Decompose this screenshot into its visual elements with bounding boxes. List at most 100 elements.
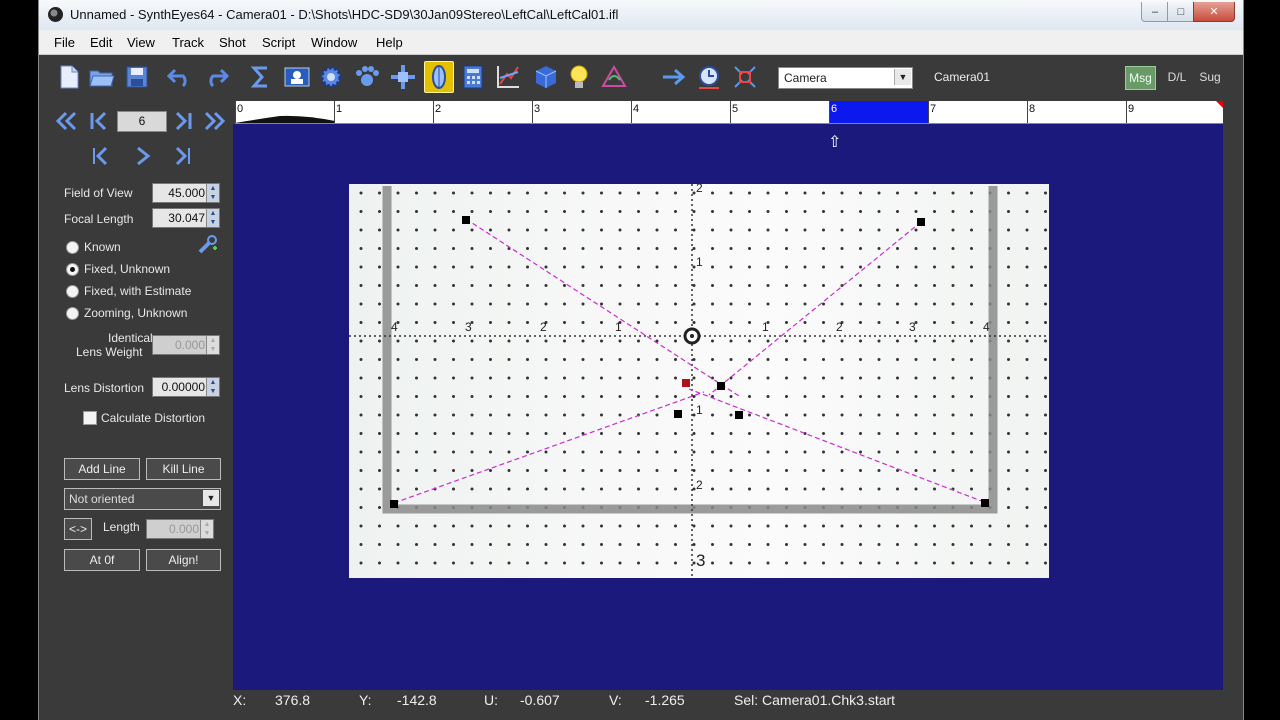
- fast-forward-icon[interactable]: [202, 109, 226, 133]
- save-icon[interactable]: [124, 63, 150, 91]
- 3d-cube-icon[interactable]: [532, 63, 558, 91]
- at-0f-button[interactable]: At 0f: [64, 549, 140, 571]
- tick-7: 7: [930, 103, 937, 115]
- spinner-arrows-icon[interactable]: ▲ ▼: [206, 336, 219, 354]
- tick-0: 0: [237, 103, 244, 115]
- move-axis-icon[interactable]: [390, 63, 416, 91]
- x-value: 376.8: [275, 692, 311, 708]
- menu-view[interactable]: View: [127, 35, 155, 50]
- first-frame-icon[interactable]: [87, 109, 111, 133]
- tick-2: 2: [435, 103, 442, 115]
- fit-view-icon[interactable]: [732, 63, 758, 91]
- tracker-paw-icon[interactable]: [354, 63, 380, 91]
- open-folder-icon[interactable]: [89, 63, 115, 91]
- radio-zooming[interactable]: [66, 307, 79, 320]
- tick-5: 5: [732, 103, 739, 115]
- rewind-icon[interactable]: [55, 109, 79, 133]
- close-button[interactable]: ✕: [1193, 2, 1235, 22]
- menu-window[interactable]: Window: [311, 35, 357, 50]
- tick-3: 3: [534, 103, 541, 115]
- grid-label: 2: [696, 478, 703, 492]
- add-line-button[interactable]: Add Line: [64, 458, 140, 480]
- main-toolbar: Camera ▼ Camera01 Msg D/L Sug: [39, 55, 1243, 101]
- spinner-arrows-icon[interactable]: ▲ ▼: [206, 209, 219, 227]
- sug-button[interactable]: Sug: [1196, 66, 1224, 88]
- sigma-icon[interactable]: [248, 63, 274, 91]
- step-back-icon[interactable]: [87, 144, 111, 168]
- menu-track[interactable]: Track: [172, 35, 204, 50]
- radio-zooming-label: Zooming, Unknown: [84, 306, 188, 320]
- step-forward-icon[interactable]: [172, 144, 196, 168]
- dl-button[interactable]: D/L: [1163, 66, 1191, 88]
- arrow-right-icon[interactable]: [661, 63, 687, 91]
- camera-view-icon[interactable]: [284, 63, 310, 91]
- fov-spinner[interactable]: 45.000 ▲ ▼: [152, 183, 220, 203]
- shot-image[interactable]: 4 3 2 1 1 2 3 4 2 1 1 2 3: [349, 184, 1049, 578]
- spinner-arrows-icon[interactable]: ▲ ▼: [206, 378, 219, 396]
- menu-shot[interactable]: Shot: [219, 35, 246, 50]
- timeline-selection: [829, 101, 928, 123]
- app-icon: [48, 7, 63, 22]
- timeline-bar[interactable]: 0 1 2 3 4 5 6 7 8 9: [235, 101, 1223, 124]
- grid-label: 2: [696, 184, 703, 195]
- kill-line-button[interactable]: Kill Line: [146, 458, 221, 480]
- menu-file[interactable]: File: [54, 35, 75, 50]
- radio-fixed-estimate[interactable]: [66, 285, 79, 298]
- grid-label: 1: [696, 403, 703, 417]
- menu-bar: File Edit View Track Shot Script Window …: [39, 30, 1243, 55]
- camera-viewport[interactable]: ⇧ 4 3 2 1 1 2 3 4 2 1 1 2 3: [233, 124, 1223, 690]
- msg-button[interactable]: Msg: [1125, 66, 1156, 90]
- focal-length-spinner[interactable]: 30.047 ▲ ▼: [152, 208, 220, 228]
- calculator-icon[interactable]: [460, 63, 486, 91]
- grid-label: 4: [983, 320, 990, 334]
- spinner-arrows-icon[interactable]: ▲ ▼: [200, 520, 213, 538]
- camera-name: Camera01: [934, 70, 991, 84]
- app-window: Unnamed - SynthEyes64 - Camera01 - D:\Sh…: [38, 0, 1244, 720]
- clock-icon[interactable]: [696, 63, 722, 91]
- chevron-down-icon[interactable]: ▼: [894, 69, 911, 85]
- status-bar: X: 376.8 Y: -142.8 U: -0.607 V: -1.265 S…: [39, 690, 1243, 720]
- end-marker-icon: [1216, 101, 1223, 108]
- radio-fixed-unknown[interactable]: [66, 263, 79, 276]
- lightbulb-icon[interactable]: [566, 63, 592, 91]
- lens-distortion-spinner[interactable]: 0.00000 ▲ ▼: [152, 377, 220, 397]
- spinner-arrows-icon[interactable]: ▲ ▼: [206, 184, 219, 202]
- paint-icon[interactable]: [601, 63, 627, 91]
- calibration-grid: 4 3 2 1 1 2 3 4 2 1 1 2 3: [349, 184, 1049, 578]
- y-label: Y:: [359, 692, 372, 708]
- orientation-select[interactable]: Not oriented ▼: [64, 488, 221, 510]
- align-button[interactable]: Align!: [146, 549, 221, 571]
- menu-help[interactable]: Help: [376, 35, 403, 50]
- lens-weight-spinner[interactable]: 0.000 ▲ ▼: [152, 335, 220, 355]
- play-icon[interactable]: [131, 144, 155, 168]
- wrench-icon[interactable]: [195, 233, 219, 257]
- calc-distortion-label: Calculate Distortion: [101, 411, 206, 425]
- radio-known[interactable]: [66, 241, 79, 254]
- v-value: -1.265: [645, 692, 685, 708]
- lens-panel-icon[interactable]: [424, 61, 454, 93]
- calc-distortion-checkbox[interactable]: [83, 411, 97, 425]
- window-title: Unnamed - SynthEyes64 - Camera01 - D:\Sh…: [70, 7, 619, 22]
- redo-icon[interactable]: [203, 63, 229, 91]
- focal-length-label: Focal Length: [64, 212, 134, 226]
- undo-icon[interactable]: [167, 63, 193, 91]
- tick-4: 4: [633, 103, 640, 115]
- frame-number-field[interactable]: 6: [117, 111, 167, 132]
- solver-gear-icon[interactable]: [318, 63, 344, 91]
- chevron-down-icon[interactable]: ▼: [203, 490, 219, 506]
- menu-edit[interactable]: Edit: [90, 35, 112, 50]
- lens-panel: 6 Field of View 45.000 ▲ ▼ Focal Length 3…: [39, 101, 232, 690]
- selection-status: Sel: Camera01.Chk3.start: [734, 692, 896, 708]
- menu-script[interactable]: Script: [262, 35, 295, 50]
- camera-select[interactable]: Camera ▼: [778, 67, 913, 89]
- last-frame-icon[interactable]: [171, 109, 195, 133]
- new-file-icon[interactable]: [56, 63, 82, 91]
- minimize-button[interactable]: –: [1141, 2, 1169, 22]
- length-spinner[interactable]: 0.000 ▲ ▼: [146, 519, 214, 539]
- maximize-button[interactable]: □: [1167, 2, 1195, 22]
- graph-icon[interactable]: [495, 63, 521, 91]
- frame-cursor-icon: ⇧: [828, 134, 842, 151]
- tick-8: 8: [1029, 103, 1036, 115]
- u-label: U:: [484, 692, 498, 708]
- swap-button[interactable]: <->: [64, 518, 92, 540]
